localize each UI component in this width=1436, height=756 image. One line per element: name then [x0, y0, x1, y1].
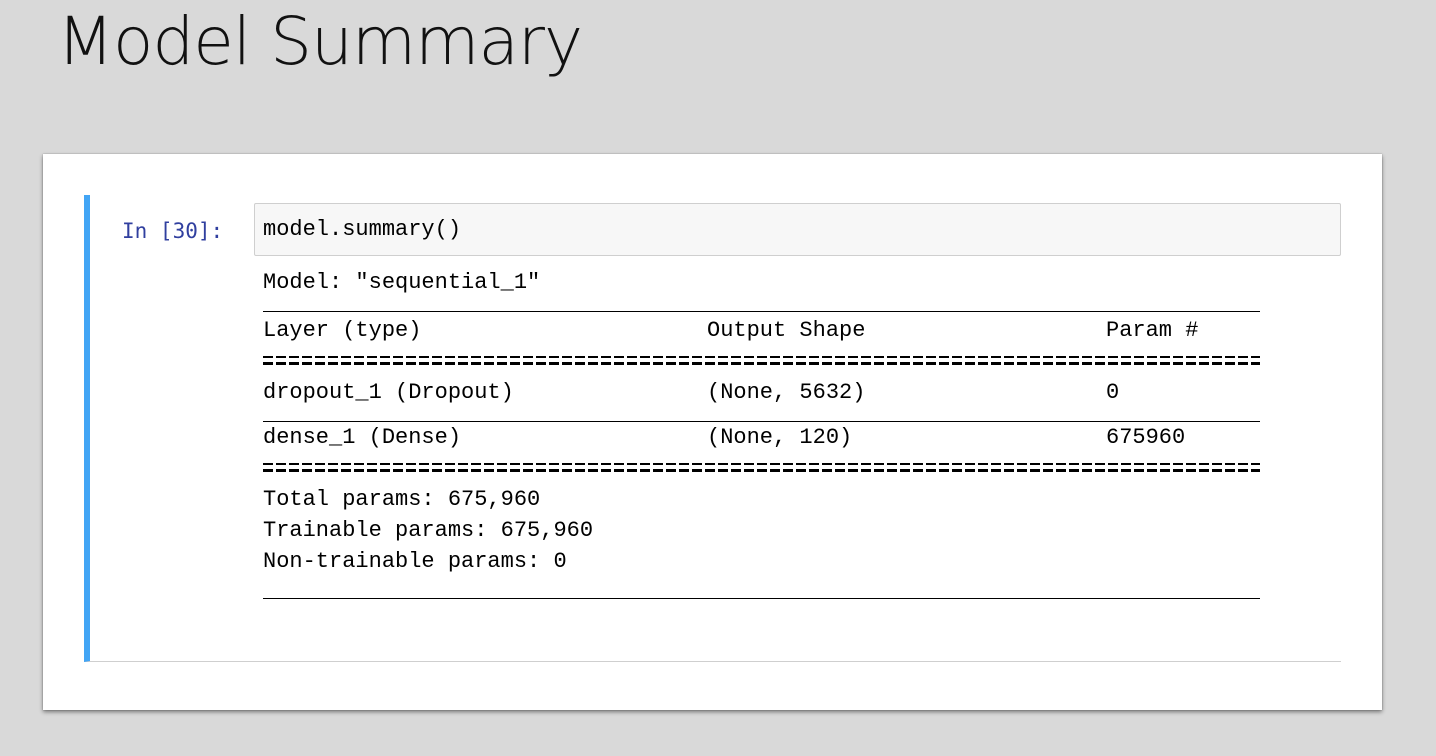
row-output-shape: (None, 5632) [707, 380, 866, 405]
non-trainable-params: Non-trainable params: 0 [263, 549, 567, 574]
model-name-line: Model: "sequential_1" [263, 270, 541, 295]
double-rule [263, 346, 1260, 377]
row-layer: dropout_1 (Dropout) [263, 380, 514, 405]
total-params: Total params: 675,960 [263, 487, 541, 512]
trainable-params: Trainable params: 675,960 [263, 518, 594, 543]
table-row: dense_1 (Dense) (None, 120) 675960 [263, 422, 1260, 453]
slide-title: Model Summary [57, 3, 583, 80]
code-text[interactable]: model.summary() [263, 216, 461, 244]
double-rule [263, 453, 1260, 484]
table-row: dropout_1 (Dropout) (None, 5632) 0 [263, 377, 1260, 408]
row-param-count: 0 [1106, 380, 1120, 405]
code-input-area[interactable]: model.summary() [254, 203, 1341, 256]
header-param-count: Param # [1106, 318, 1199, 343]
header-output-shape: Output Shape [707, 318, 866, 343]
row-param-count: 675960 [1106, 425, 1186, 450]
notebook-screenshot: In [30]: model.summary() Model: "sequent… [43, 154, 1382, 710]
header-layer: Layer (type) [263, 318, 422, 343]
notebook-cell[interactable]: In [30]: model.summary() Model: "sequent… [84, 195, 1341, 662]
input-prompt: In [30]: [122, 219, 224, 243]
bottom-rule [263, 598, 1260, 599]
table-header-row: Layer (type) Output Shape Param # [263, 315, 1260, 346]
row-output-shape: (None, 120) [707, 425, 853, 450]
row-layer: dense_1 (Dense) [263, 425, 462, 450]
output-area: Model: "sequential_1" Layer (type) Outpu… [263, 267, 1260, 599]
